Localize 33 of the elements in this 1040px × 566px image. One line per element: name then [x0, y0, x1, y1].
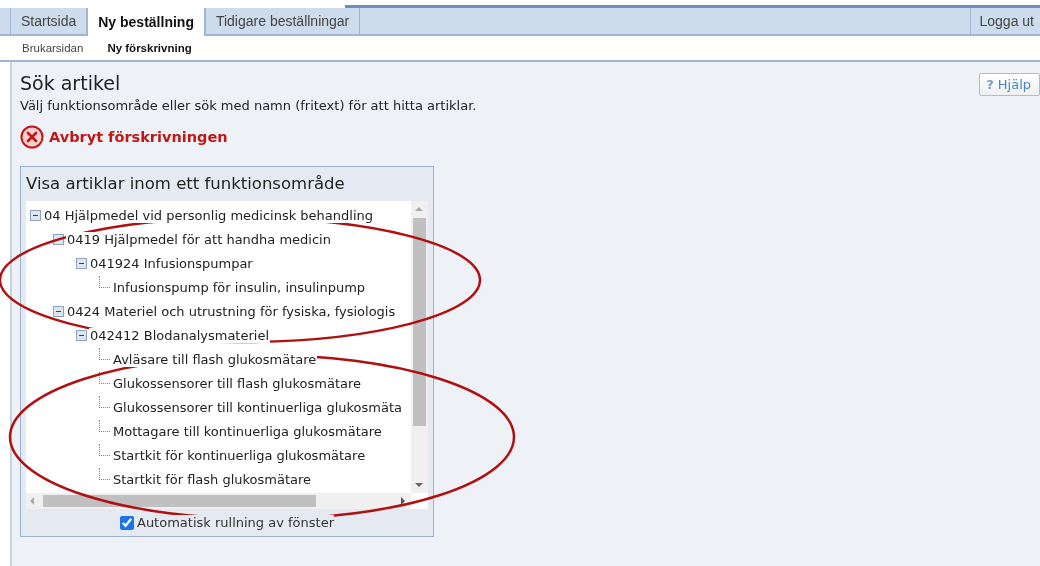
- tree-item[interactable]: Infusionspump för insulin, insulinpump: [112, 279, 367, 295]
- subnav-link[interactable]: Brukarsidan: [22, 42, 84, 54]
- tree-item[interactable]: 0424 Materiel och utrustning för fysiska, fysiologis: [66, 303, 397, 319]
- tree-item[interactable]: Startkit för kontinuerliga glukosmätare: [112, 447, 367, 463]
- tree-item[interactable]: Glukossensorer till kontinuerliga glukosmäta: [112, 399, 402, 415]
- vertical-scrollbar[interactable]: [411, 201, 428, 493]
- tree-item[interactable]: 042412 Blodanalysmateriel: [89, 327, 271, 343]
- help-button[interactable]: ? Hjälp: [979, 73, 1040, 96]
- cancel-icon: [20, 125, 44, 149]
- tree-item[interactable]: Glukossensorer till flash glukosmätare: [112, 375, 362, 391]
- collapse-icon[interactable]: [30, 209, 41, 221]
- tree-item[interactable]: Avläsare till flash glukosmätare: [112, 351, 318, 367]
- panel-title: Visa artiklar inom ett funktionsområde: [26, 173, 346, 195]
- horizontal-scrollbar[interactable]: [26, 493, 411, 509]
- tree-item[interactable]: 041924 Infusionspumpar: [89, 255, 254, 271]
- tree-item[interactable]: 0419 Hjälpmedel för att handha medicin: [66, 231, 332, 247]
- collapse-icon[interactable]: [76, 257, 87, 269]
- auto-scroll-label: Automatisk rullning av fönster: [137, 515, 334, 530]
- nav-tab[interactable]: Tidigare beställningar: [204, 8, 361, 34]
- tree-item[interactable]: Startkit för flash glukosmätare: [112, 471, 313, 487]
- collapse-icon[interactable]: [76, 329, 87, 341]
- help-icon: ?: [986, 77, 994, 92]
- collapse-icon[interactable]: [53, 233, 64, 245]
- nav-tab[interactable]: Startsida: [10, 8, 88, 34]
- auto-scroll-checkbox[interactable]: [120, 515, 134, 530]
- subnav-link[interactable]: Ny förskrivning: [107, 42, 192, 54]
- collapse-icon[interactable]: [53, 305, 64, 317]
- page-title: Sök artikel: [20, 72, 122, 94]
- tree-item[interactable]: 04 Hjälpmedel vid personlig medicinsk behandling: [43, 207, 375, 223]
- cancel-link[interactable]: Avbryt förskrivningen: [20, 125, 228, 149]
- nav-tab[interactable]: Ny beställning: [87, 8, 205, 36]
- tree-item[interactable]: Mottagare till kontinuerliga glukosmätare: [112, 423, 383, 439]
- page-description: Välj funktionsområde eller sök med namn (fritext) för att hitta artiklar.: [20, 98, 477, 113]
